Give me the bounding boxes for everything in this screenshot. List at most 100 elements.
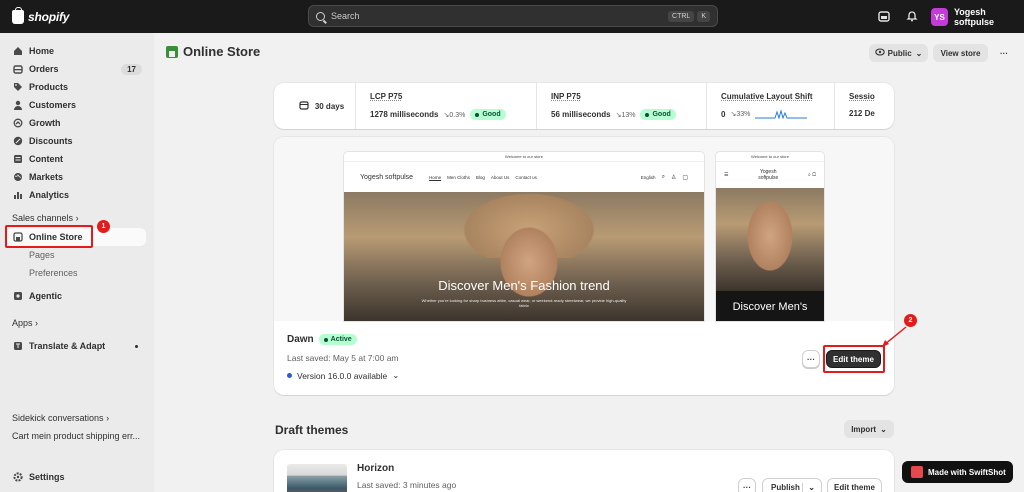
metric-sessions[interactable]: Sessio 212 De <box>835 83 894 129</box>
search-icon <box>316 11 325 21</box>
person-icon <box>12 100 23 111</box>
sidebar-item-label: Settings <box>29 472 65 482</box>
chevron-right-icon: › <box>106 413 110 423</box>
content-icon <box>12 154 23 165</box>
page-title: Online Store <box>166 44 260 59</box>
sidebar-item-pages[interactable]: Pages <box>6 246 146 264</box>
store-name: Yogesh softpulse <box>953 7 994 27</box>
preview-mobile-nav: ☰ Yogesh softpulse ⌕ ▢ <box>716 162 824 188</box>
gear-icon <box>12 472 23 483</box>
draft-edit-theme-button[interactable]: Edit theme <box>827 478 882 492</box>
sales-channels-heading[interactable]: Sales channels › <box>12 213 79 223</box>
growth-icon <box>12 118 23 129</box>
metric-inp[interactable]: INP P75 56 milliseconds ↘13% Good <box>537 83 707 129</box>
store-switcher[interactable]: YS Yogesh softpulse <box>931 7 1024 27</box>
metric-cls[interactable]: Cumulative Layout Shift 0 ↘33% <box>707 83 835 129</box>
sidebar-item-preferences[interactable]: Preferences <box>6 264 146 282</box>
preview-nav-link: Men Cloths <box>447 174 470 180</box>
sidebar-item-orders[interactable]: Orders 17 <box>6 60 146 78</box>
preview-nav-link: About Us <box>490 174 510 180</box>
metric-change: 13% <box>621 111 636 119</box>
preview-search-icon: ⌕ <box>661 173 665 180</box>
preview-nav-link: Contact us <box>515 174 537 180</box>
preview-store-name: Yogesh softpulse <box>360 173 414 181</box>
sidekick-heading[interactable]: Sidekick conversations › <box>12 413 109 423</box>
sidebar-item-label: Agentic <box>29 291 63 301</box>
orders-count-badge: 17 <box>121 63 142 75</box>
sidebar-item-label: Discounts <box>29 136 73 146</box>
sidebar-item-home[interactable]: Home <box>6 42 146 60</box>
online-store-icon <box>166 45 178 58</box>
announcement-bar: Welcome to our store <box>716 152 824 162</box>
orders-icon <box>12 64 23 75</box>
preview-mobile-hero-image <box>716 188 824 291</box>
sidebar-item-label: Analytics <box>29 190 70 200</box>
sidebar: Home Orders 17 Products Customers Growth… <box>0 33 154 492</box>
shopify-bag-icon <box>12 6 24 24</box>
date-range-picker[interactable]: 30 days <box>274 83 356 129</box>
metric-change: 33% <box>736 111 751 118</box>
sidebar-item-growth[interactable]: Growth <box>6 114 146 132</box>
discount-icon <box>12 136 23 147</box>
bell-icon[interactable] <box>906 10 918 22</box>
sidebar-item-products[interactable]: Products <box>6 78 146 96</box>
sidebar-item-analytics[interactable]: Analytics <box>6 186 146 204</box>
home-icon <box>12 46 23 57</box>
version-dropdown[interactable]: Version 16.0.0 available ⌄ <box>287 370 399 381</box>
sidebar-item-discounts[interactable]: Discounts <box>6 132 146 150</box>
store-name-line-2: softpulse <box>758 175 779 181</box>
hero-face-shape <box>744 196 796 276</box>
preview-hero-title: Discover Men's Fashion trend <box>438 278 610 293</box>
publish-label: Publish <box>771 482 800 492</box>
metric-change: 0.3% <box>449 111 466 119</box>
swiftshot-logo-icon <box>911 466 923 478</box>
preview-mobile-icons: ⌕ ▢ <box>808 172 816 178</box>
sidekick-conversation-item[interactable]: Cart mein product shipping err... <box>12 431 140 441</box>
chevron-right-icon: › <box>35 318 39 328</box>
chevron-down-icon: ⌄ <box>802 482 815 492</box>
annotation-step-2: 2 <box>904 314 917 327</box>
tag-icon <box>12 82 23 93</box>
theme-name: Dawn <box>287 334 314 345</box>
horizon-thumbnail <box>287 464 347 492</box>
apps-label: Apps <box>12 318 33 328</box>
store-icon[interactable] <box>878 10 890 22</box>
sidekick-conversation-label: Cart mein product shipping err... <box>12 431 141 441</box>
draft-theme-name: Horizon <box>357 463 395 474</box>
annotation-highlight-edit-theme <box>823 345 885 373</box>
draft-theme-card: Horizon Last saved: 3 minutes ago ··· Pu… <box>274 450 894 492</box>
apps-heading[interactable]: Apps › <box>12 318 38 328</box>
theme-name-row: Dawn Active <box>287 334 357 345</box>
import-dropdown[interactable]: Import ⌄ <box>844 420 894 438</box>
shopify-logo[interactable]: shopify <box>12 6 69 24</box>
sidebar-item-label: Content <box>29 154 63 164</box>
translate-icon <box>12 341 23 352</box>
metric-value: 212 De <box>849 109 875 118</box>
announcement-bar: Welcome to our store <box>344 152 704 162</box>
chevron-right-icon: › <box>75 213 79 223</box>
sparkline <box>755 109 808 119</box>
current-theme-card: Welcome to our store Yogesh softpulse Ho… <box>274 137 894 395</box>
annotation-highlight-online-store <box>5 225 93 248</box>
metric-lcp[interactable]: LCP P75 1278 milliseconds ↘0.3% Good <box>356 83 537 129</box>
calendar-icon <box>299 100 309 112</box>
preview-mobile-hero-title: Discover Men's <box>716 291 824 321</box>
theme-more-button[interactable]: ··· <box>802 350 820 368</box>
search-input[interactable]: Search CTRL K <box>308 5 718 27</box>
publish-button[interactable]: Publish ⌄ <box>762 478 822 492</box>
visibility-label: Public <box>887 48 912 58</box>
visibility-dropdown[interactable]: Public ⌄ <box>869 44 928 62</box>
sidebar-item-content[interactable]: Content <box>6 150 146 168</box>
sidebar-item-customers[interactable]: Customers <box>6 96 146 114</box>
sidebar-item-translate-adapt[interactable]: Translate & Adapt <box>6 337 146 355</box>
sidebar-item-agentic[interactable]: Agentic <box>6 287 146 305</box>
preview-language: English <box>640 174 656 180</box>
more-actions-button[interactable]: ··· <box>994 44 1014 62</box>
view-store-button[interactable]: View store <box>933 44 988 62</box>
sidebar-item-markets[interactable]: Markets <box>6 168 146 186</box>
sidekick-label: Sidekick conversations <box>12 413 104 423</box>
search-placeholder: Search <box>331 11 360 21</box>
draft-more-button[interactable]: ··· <box>738 478 756 492</box>
sidebar-item-label: Markets <box>29 172 64 182</box>
sidebar-item-settings[interactable]: Settings <box>6 468 146 486</box>
